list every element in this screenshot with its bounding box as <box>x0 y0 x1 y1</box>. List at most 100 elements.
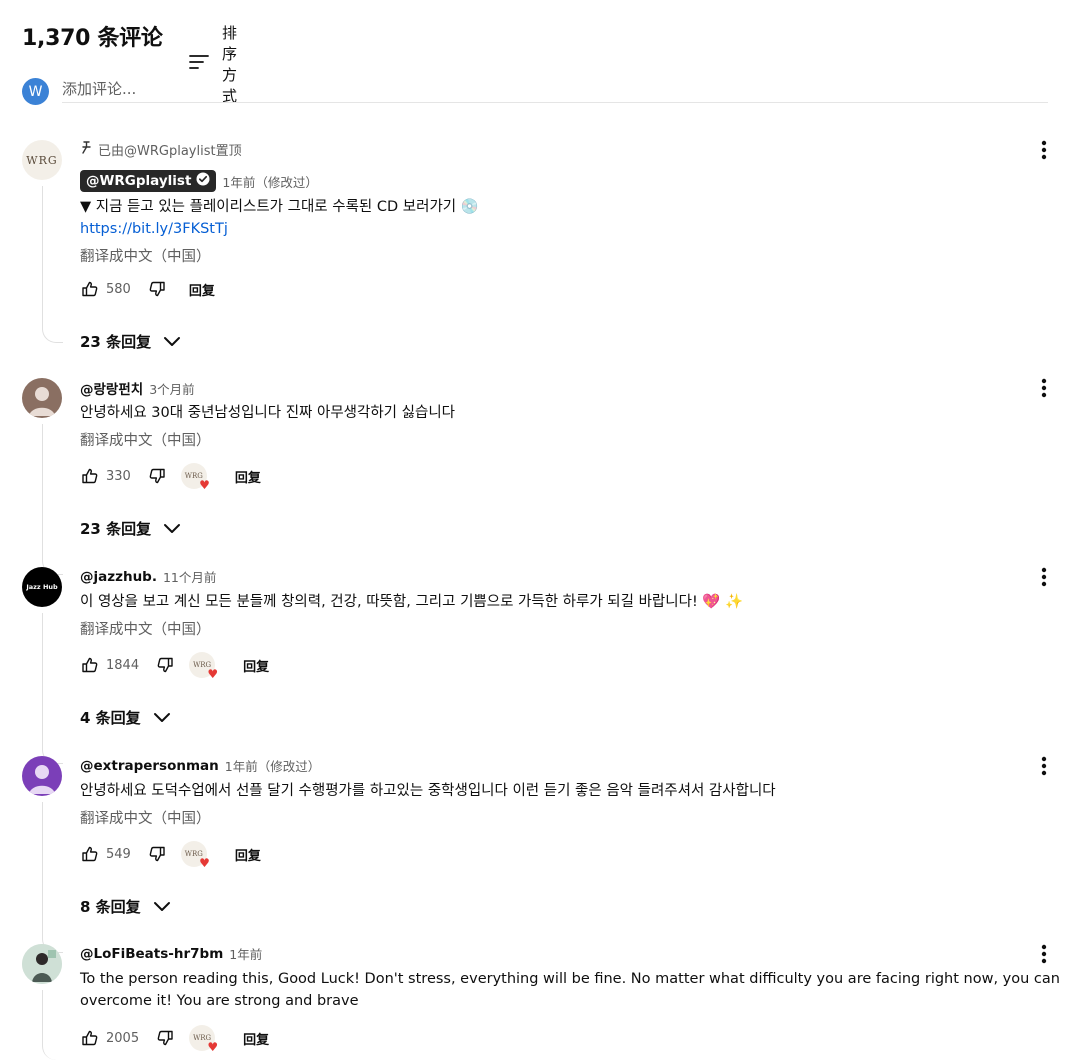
more-button[interactable] <box>1034 944 1054 964</box>
avatar[interactable] <box>22 756 62 796</box>
chevron-down-icon <box>153 901 170 911</box>
replies-toggle[interactable]: 8 条回复 <box>80 896 171 917</box>
thumbs-up-icon <box>82 846 98 862</box>
replies-count: 8 条回复 <box>80 898 141 916</box>
dislike-button[interactable] <box>147 466 167 486</box>
comment-body: 안녕하세요 도덕수업에서 선플 달기 수행평가를 하고있는 중학생입니다 이런 … <box>80 783 776 799</box>
replies-count: 23 条回复 <box>80 333 152 351</box>
thumbs-up-icon <box>82 281 98 297</box>
avatar[interactable] <box>22 944 62 984</box>
dislike-button[interactable] <box>147 844 167 864</box>
pin-icon <box>80 141 92 158</box>
reply-button[interactable]: 回复 <box>235 845 261 864</box>
replies-toggle[interactable]: 23 条回复 <box>80 518 181 539</box>
translate-button[interactable]: 翻译成中文（中国） <box>80 618 211 639</box>
like-count: 549 <box>106 846 131 862</box>
avatar[interactable]: Jazz Hub <box>22 567 62 607</box>
comment-time[interactable]: 1年前 <box>229 944 262 963</box>
more-vertical-icon <box>1041 378 1047 398</box>
chevron-down-icon <box>164 523 181 533</box>
thumbs-up-icon <box>82 468 98 484</box>
replies-toggle[interactable]: 23 条回复 <box>80 331 181 352</box>
more-vertical-icon <box>1041 756 1047 776</box>
comment-body: To the person reading this, Good Luck! D… <box>80 971 1060 1009</box>
add-comment-input[interactable]: 添加评论... <box>62 76 1048 103</box>
dislike-button[interactable] <box>155 1028 175 1048</box>
comment-actions: 2005 WRG ♥ 回复 <box>80 1025 269 1053</box>
author-name[interactable]: @랑랑펀치 <box>80 378 143 398</box>
like-count: 1844 <box>106 657 140 673</box>
comment-body: 안녕하세요 30대 중년남성입니다 진짜 아무생각하기 싫습니다 <box>80 405 455 421</box>
pinned-text: 已由@WRGplaylist置顶 <box>98 144 242 159</box>
comment-meta: @LoFiBeats-hr7bm 1年前 <box>80 944 262 963</box>
add-comment-row: W 添加评论... <box>22 76 1048 105</box>
translate-button[interactable]: 翻译成中文（中国） <box>80 245 211 266</box>
sort-lines-icon <box>188 53 210 75</box>
user-avatar[interactable]: W <box>22 78 49 105</box>
author-name[interactable]: @jazzhub. <box>80 569 157 585</box>
avatar-text: WRG <box>26 153 58 167</box>
chevron-down-icon <box>153 712 170 722</box>
reply-button[interactable]: 回复 <box>235 467 261 486</box>
avatar[interactable] <box>22 378 62 418</box>
pinned-label: 已由@WRGplaylist置顶 <box>80 140 242 159</box>
dislike-button[interactable] <box>155 655 175 675</box>
comment-actions: 580 回复 <box>80 277 215 301</box>
translate-button[interactable]: 翻译成中文（中国） <box>80 807 211 828</box>
thread-line <box>42 613 63 764</box>
reply-button[interactable]: 回复 <box>243 1029 269 1048</box>
comment-link[interactable]: https://bit.ly/3FKStTj <box>80 218 1070 240</box>
comment-time[interactable]: 3个月前 <box>149 379 194 398</box>
comment-text: ▼ 지금 듣고 있는 플레이리스트가 그대로 수록된 CD 보러가기 💿 htt… <box>80 196 1070 240</box>
replies-count: 4 条回复 <box>80 709 141 727</box>
author-chip[interactable]: @WRGplaylist <box>80 170 217 192</box>
creator-heart-icon: WRG ♥ <box>180 463 210 491</box>
thumbs-down-icon <box>149 281 165 297</box>
comment-time[interactable]: 1年前（修改过） <box>222 172 317 191</box>
author-name[interactable]: @extrapersonman <box>80 758 219 774</box>
like-button[interactable] <box>80 466 100 486</box>
thread-line <box>42 990 63 1060</box>
like-button[interactable] <box>80 844 100 864</box>
thumbs-down-icon <box>149 846 165 862</box>
thread-line <box>42 424 63 575</box>
thumbs-up-icon <box>82 657 98 673</box>
creator-heart-icon: WRG ♥ <box>180 841 210 869</box>
avatar-text: Jazz Hub <box>26 583 58 591</box>
dislike-button[interactable] <box>147 279 167 299</box>
comment-meta: @랑랑펀치 3个月前 <box>80 378 195 399</box>
comment-body: ▼ 지금 듣고 있는 플레이리스트가 그대로 수록된 CD 보러가기 💿 <box>80 199 479 215</box>
comments-header: 1,370 条评论 排序方式 <box>22 18 237 105</box>
comment-time[interactable]: 1年前（修改过） <box>225 756 320 775</box>
replies-count: 23 条回复 <box>80 520 152 538</box>
like-button[interactable] <box>80 655 100 675</box>
thread-line <box>42 802 63 953</box>
reply-button[interactable]: 回复 <box>189 280 215 299</box>
more-button[interactable] <box>1034 756 1054 776</box>
creator-heart-icon: WRG ♥ <box>189 1025 218 1053</box>
like-count: 580 <box>106 281 131 297</box>
like-button[interactable] <box>80 279 100 299</box>
verified-check-icon <box>196 172 210 190</box>
more-button[interactable] <box>1034 567 1054 587</box>
more-button[interactable] <box>1034 378 1054 398</box>
comment-count: 1,370 条评论 <box>22 26 163 51</box>
thumbs-down-icon <box>157 1030 173 1046</box>
thumbs-down-icon <box>157 657 173 673</box>
more-vertical-icon <box>1041 140 1047 160</box>
replies-toggle[interactable]: 4 条回复 <box>80 707 171 728</box>
avatar[interactable]: WRG <box>22 140 62 180</box>
thumbs-up-icon <box>82 1030 98 1046</box>
comment-time[interactable]: 11个月前 <box>163 567 216 586</box>
comment-actions: 330 WRG ♥ 回复 <box>80 463 261 491</box>
more-button[interactable] <box>1034 140 1054 160</box>
translate-button[interactable]: 翻译成中文（中国） <box>80 429 211 450</box>
comment-actions: 549 WRG ♥ 回复 <box>80 841 261 869</box>
reply-button[interactable]: 回复 <box>243 656 269 675</box>
author-name: @WRGplaylist <box>86 173 192 189</box>
author-name[interactable]: @LoFiBeats-hr7bm <box>80 946 223 962</box>
comment-meta: @jazzhub. 11个月前 <box>80 567 216 586</box>
thread-line <box>42 186 63 343</box>
comment-body: 이 영상을 보고 계신 모든 분들께 창의력, 건강, 따뜻함, 그리고 기쁨으… <box>80 594 744 610</box>
like-button[interactable] <box>80 1028 100 1048</box>
